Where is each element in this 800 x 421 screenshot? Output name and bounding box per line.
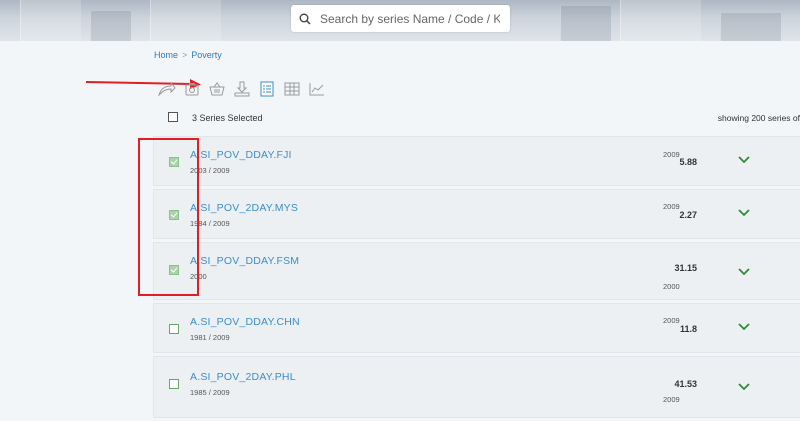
share-icon[interactable] [156, 80, 178, 98]
breadcrumb-poverty-link[interactable]: Poverty [191, 50, 222, 60]
download-icon[interactable] [231, 80, 253, 98]
chevron-down-icon[interactable] [738, 323, 750, 331]
chevron-down-icon[interactable] [738, 156, 750, 164]
search-box[interactable] [291, 5, 510, 32]
series-checkbox[interactable] [169, 379, 179, 389]
series-card[interactable]: A.SI_POV_DDAY.FSM 2000 31.15 2000 [153, 242, 800, 300]
series-name-link[interactable]: A.SI_POV_DDAY.FSM [190, 255, 299, 267]
chevron-down-icon[interactable] [738, 383, 750, 391]
series-value: 2.27 [679, 210, 697, 220]
series-card[interactable]: A.SI_POV_2DAY.MYS 1984 / 2009 2009 2.27 [153, 189, 800, 239]
selected-count: 3 Series Selected [192, 113, 263, 123]
header-banner [0, 0, 800, 41]
breadcrumb-separator: > [182, 50, 188, 60]
list-view-icon[interactable] [256, 80, 278, 98]
showing-count: showing 200 series of [717, 113, 800, 123]
chart-view-icon[interactable] [306, 80, 328, 98]
series-year: 2000 [663, 282, 680, 291]
chevron-down-icon[interactable] [738, 268, 750, 276]
breadcrumb: Home > Poverty [154, 50, 222, 60]
series-card[interactable]: A.SI_POV_2DAY.PHL 1985 / 2009 41.53 2009 [153, 356, 800, 418]
series-checkbox[interactable] [169, 324, 179, 334]
breadcrumb-home-link[interactable]: Home [154, 50, 178, 60]
annotation-highlight-box [138, 138, 199, 296]
camera-icon[interactable] [181, 80, 203, 98]
series-card[interactable]: A.SI_POV_DDAY.FJI 2003 / 2009 2009 5.88 [153, 136, 800, 186]
series-value: 41.53 [674, 379, 697, 389]
select-all-checkbox[interactable] [168, 112, 178, 122]
series-card[interactable]: A.SI_POV_DDAY.CHN 1981 / 2009 2009 11.8 [153, 303, 800, 353]
series-value: 5.88 [679, 157, 697, 167]
toolbar [156, 80, 331, 98]
table-view-icon[interactable] [281, 80, 303, 98]
selection-bar: 3 Series Selected showing 200 series of [168, 112, 800, 126]
series-range: 1981 / 2009 [190, 333, 230, 342]
series-name-link[interactable]: A.SI_POV_DDAY.CHN [190, 316, 300, 328]
series-value: 31.15 [674, 263, 697, 273]
series-name-link[interactable]: A.SI_POV_2DAY.PHL [190, 371, 296, 383]
basket-icon[interactable] [206, 80, 228, 98]
chevron-down-icon[interactable] [738, 209, 750, 217]
series-value: 11.8 [679, 324, 697, 334]
series-range: 1985 / 2009 [190, 388, 230, 397]
series-year: 2009 [663, 395, 680, 404]
search-icon [299, 13, 311, 25]
search-input[interactable] [318, 10, 502, 27]
series-name-link[interactable]: A.SI_POV_2DAY.MYS [190, 202, 298, 214]
series-list: A.SI_POV_DDAY.FJI 2003 / 2009 2009 5.88 … [153, 136, 800, 421]
series-name-link[interactable]: A.SI_POV_DDAY.FJI [190, 149, 292, 161]
